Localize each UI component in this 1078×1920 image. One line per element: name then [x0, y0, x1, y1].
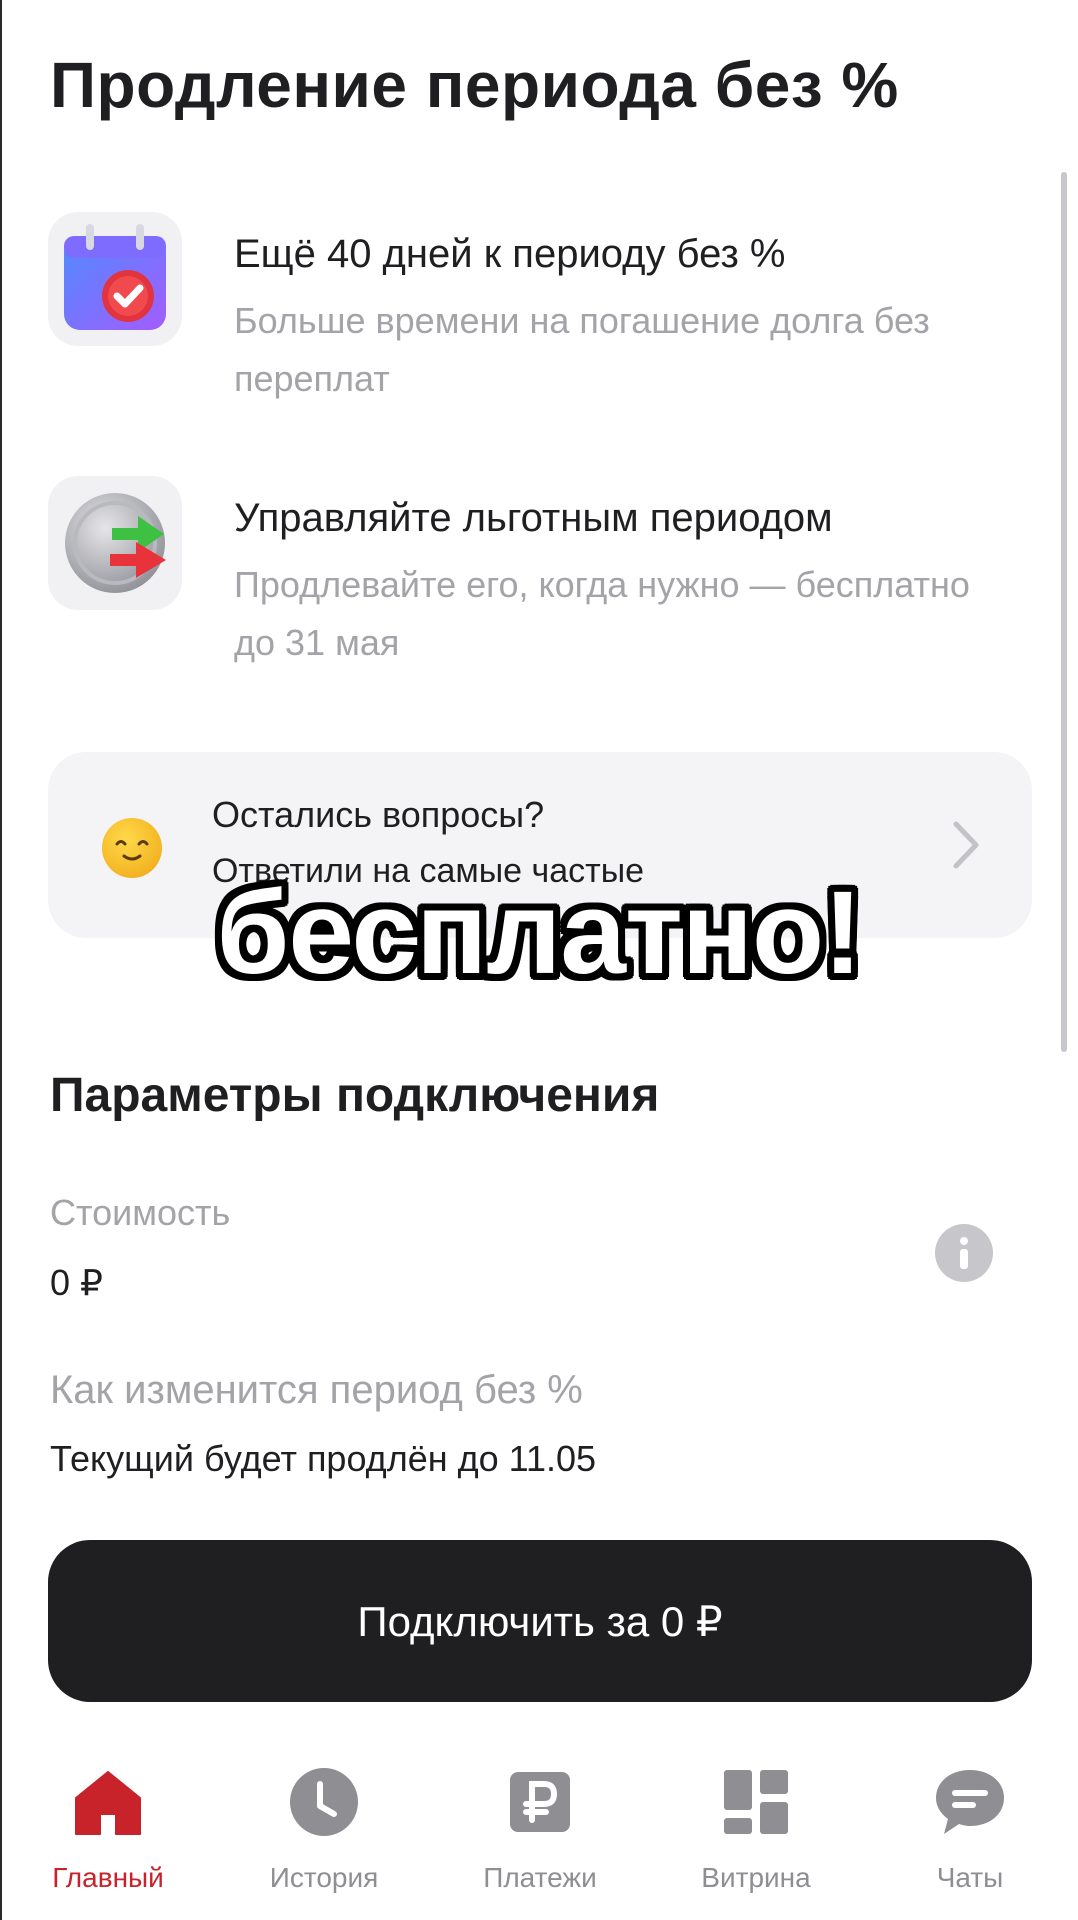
home-icon	[70, 1764, 146, 1840]
calendar-check-icon	[48, 212, 182, 346]
connect-button[interactable]: Подключить за 0 ₽	[48, 1540, 1032, 1702]
tab-payments[interactable]: Платежи	[440, 1764, 640, 1894]
feature-description: Больше времени на погашение долга без пе…	[234, 300, 930, 399]
tab-bar: Главный История Платежи Витрина Чаты	[0, 1750, 1078, 1920]
tab-label: Платежи	[483, 1862, 597, 1893]
grid-icon	[718, 1764, 794, 1840]
cost-label: Стоимость	[50, 1192, 231, 1233]
tab-showcase[interactable]: Витрина	[656, 1764, 856, 1894]
exchange-arrows-icon	[48, 476, 182, 610]
period-label: Как изменится период без %	[50, 1368, 583, 1412]
feature-title: Управляйте льготным периодом	[234, 496, 833, 540]
tab-label: Витрина	[701, 1862, 811, 1893]
faq-title: Остались вопросы?	[212, 794, 545, 835]
chat-icon	[932, 1764, 1008, 1840]
info-icon[interactable]	[935, 1224, 993, 1282]
clock-icon	[286, 1764, 362, 1840]
cost-value: 0 ₽	[50, 1262, 103, 1303]
feature-description: Продлевайте его, когда нужно — бесплатно…	[234, 564, 970, 663]
ruble-icon	[502, 1764, 578, 1840]
period-value: Текущий будет продлён до 11.05	[50, 1438, 597, 1479]
tab-home[interactable]: Главный	[8, 1764, 208, 1894]
feature-item-manage-period: Управляйте льготным периодом Продлевайте…	[48, 476, 1008, 663]
tab-label: История	[269, 1862, 379, 1893]
feature-title: Ещё 40 дней к периоду без %	[234, 232, 786, 276]
tab-chats[interactable]: Чаты	[870, 1764, 1070, 1894]
feature-item-extra-days: Ещё 40 дней к периоду без % Больше време…	[48, 212, 1008, 399]
overlay-caption: бесплатно!	[216, 867, 863, 999]
tab-label: Главный	[52, 1862, 164, 1893]
tab-label: Чаты	[936, 1862, 1004, 1893]
tab-history[interactable]: История	[224, 1764, 424, 1894]
page-title: Продление периода без %	[50, 49, 899, 121]
section-title: Параметры подключения	[50, 1069, 660, 1122]
